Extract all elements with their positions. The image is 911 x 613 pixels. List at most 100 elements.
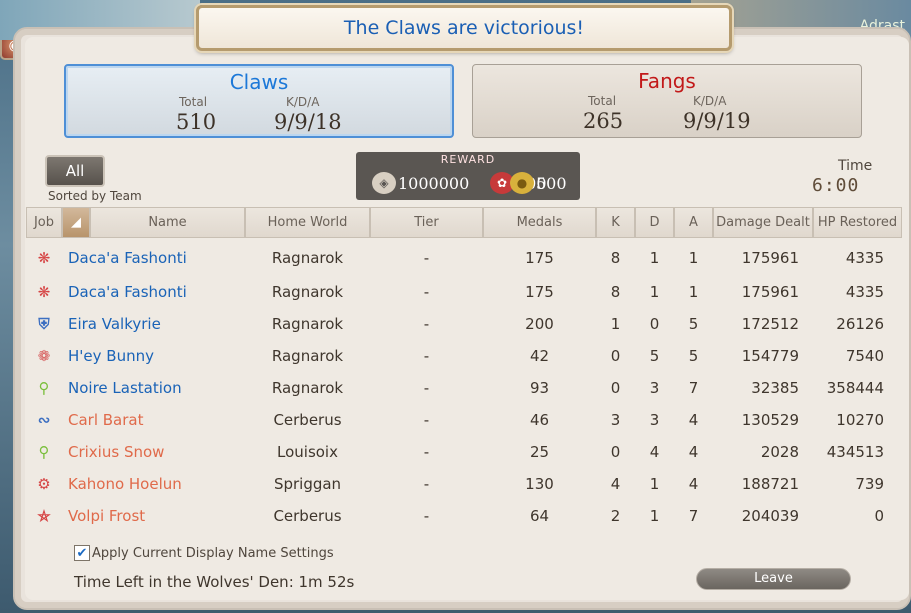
team-claws-total: 510 [176, 110, 217, 134]
medals: 175 [525, 249, 554, 267]
filter-all-button[interactable]: All [45, 155, 105, 187]
tier: - [423, 411, 430, 429]
table-row[interactable]: ∾ Carl Barat Cerberus - 46 3 3 4 130529 … [26, 404, 902, 436]
home-world: Ragnarok [271, 347, 344, 365]
deaths: 1 [649, 507, 660, 525]
damage-dealt: 154779 [741, 347, 799, 365]
column-job[interactable]: Job [26, 207, 62, 238]
sort-indicator-icon: ◢ [71, 215, 81, 230]
column-tier[interactable]: Tier [370, 207, 483, 238]
column-kills[interactable]: K [596, 207, 635, 238]
medals: 42 [529, 347, 550, 365]
medals: 93 [529, 379, 550, 397]
home-world: Ragnarok [271, 283, 344, 301]
table-row[interactable]: ⚙ Kahono Hoelun Spriggan - 130 4 1 4 188… [26, 468, 902, 500]
deaths: 1 [649, 283, 660, 301]
table-row[interactable]: ⚲ Crixius Snow Louisoix - 25 0 4 4 2028 … [26, 436, 902, 468]
assists: 4 [688, 411, 699, 429]
column-sort-team[interactable]: ◢ [62, 207, 90, 238]
column-name[interactable]: Name [90, 207, 245, 238]
assists: 7 [688, 379, 699, 397]
results-table-body: ❋ Daca'a Fashonti Ragnarok - 175 8 1 1 1… [26, 240, 902, 532]
paladin-icon: ⛨ [38, 315, 50, 333]
player-name: Noire Lastation [68, 379, 182, 397]
team-fangs-summary: Fangs Total K/D/A 265 9/9/19 [472, 64, 862, 138]
player-name: H'ey Bunny [68, 347, 154, 365]
hp-restored: 434513 [826, 443, 884, 461]
team-fangs-total: 265 [583, 109, 624, 133]
kills: 1 [610, 315, 621, 333]
player-name: Kahono Hoelun [68, 475, 182, 493]
home-world: Louisoix [277, 443, 338, 461]
hp-restored: 4335 [845, 283, 884, 301]
assists: 1 [688, 283, 699, 301]
table-row[interactable]: ⚲ Noire Lastation Ragnarok - 93 0 3 7 32… [26, 372, 902, 404]
tier: - [423, 379, 430, 397]
medals: 175 [525, 283, 554, 301]
damage-dealt: 175961 [741, 249, 799, 267]
hp-restored: 7540 [845, 347, 884, 365]
column-deaths[interactable]: D [635, 207, 674, 238]
red-mage-icon: ❋ [37, 283, 51, 301]
table-row[interactable]: ❋ Daca'a Fashonti Ragnarok - 175 8 1 1 1… [26, 276, 902, 308]
team-claws-kda: 9/9/18 [274, 110, 342, 134]
damage-dealt: 175961 [741, 283, 799, 301]
gil-icon: ● [510, 172, 534, 194]
column-home-world[interactable]: Home World [245, 207, 370, 238]
assists: 5 [688, 315, 699, 333]
kills: 4 [610, 475, 621, 493]
column-damage-dealt[interactable]: Damage Dealt [713, 207, 813, 238]
home-world: Ragnarok [271, 315, 344, 333]
player-name: Daca'a Fashonti [68, 283, 187, 301]
tier: - [423, 443, 430, 461]
player-name: Daca'a Fashonti [68, 249, 187, 267]
red-mage-icon: ❋ [37, 249, 51, 267]
leave-button[interactable]: Leave [696, 568, 851, 590]
dancer-icon: ❁ [37, 347, 51, 365]
kills: 0 [610, 443, 621, 461]
reward-label: REWARD [440, 153, 496, 166]
deaths: 3 [649, 379, 660, 397]
table-row[interactable]: ❋ Daca'a Fashonti Ragnarok - 175 8 1 1 1… [26, 240, 902, 276]
victory-banner-text: The Claws are victorious! [343, 17, 585, 39]
sorted-by-label: Sorted by Team [48, 189, 142, 203]
hp-restored: 26126 [836, 315, 884, 333]
deaths: 3 [649, 411, 660, 429]
assists: 4 [688, 443, 699, 461]
time-value: 6:00 [812, 175, 860, 196]
team-claws-total-label: Total [179, 95, 208, 109]
kills: 0 [610, 347, 621, 365]
kills: 2 [610, 507, 621, 525]
assists: 4 [688, 475, 699, 493]
display-name-checkbox[interactable]: ✔ [74, 545, 90, 561]
deaths: 4 [649, 443, 660, 461]
victory-banner: The Claws are victorious! [196, 5, 732, 51]
deaths: 5 [649, 347, 660, 365]
player-name: Crixius Snow [68, 443, 165, 461]
team-fangs-kda: 9/9/19 [683, 109, 751, 133]
home-world: Cerberus [273, 411, 342, 429]
hp-restored: 739 [855, 475, 884, 493]
team-claws-kda-label: K/D/A [286, 95, 320, 109]
reward-gil-item: ● 500 [510, 172, 567, 194]
damage-dealt: 32385 [751, 379, 799, 397]
tier: - [423, 475, 430, 493]
damage-dealt: 172512 [741, 315, 799, 333]
tier: - [423, 283, 430, 301]
white-mage-icon: ⚲ [38, 443, 50, 461]
table-row[interactable]: ❁ H'ey Bunny Ragnarok - 42 0 5 5 154779 … [26, 340, 902, 372]
column-hp-restored[interactable]: HP Restored [813, 207, 902, 238]
display-name-setting[interactable]: ✔ Apply Current Display Name Settings [74, 545, 334, 561]
white-mage-icon: ⚲ [38, 379, 50, 397]
table-row[interactable]: ⛦ Volpi Frost Cerberus - 64 2 1 7 204039… [26, 500, 902, 532]
medals: 200 [525, 315, 554, 333]
deaths: 0 [649, 315, 660, 333]
table-row[interactable]: ⛨ Eira Valkyrie Ragnarok - 200 1 0 5 172… [26, 308, 902, 340]
player-name: Carl Barat [68, 411, 144, 429]
kills: 8 [610, 283, 621, 301]
display-name-checkbox-label: Apply Current Display Name Settings [92, 545, 334, 561]
hp-restored: 0 [874, 507, 884, 525]
assists: 1 [688, 249, 699, 267]
column-assists[interactable]: A [674, 207, 713, 238]
column-medals[interactable]: Medals [483, 207, 596, 238]
